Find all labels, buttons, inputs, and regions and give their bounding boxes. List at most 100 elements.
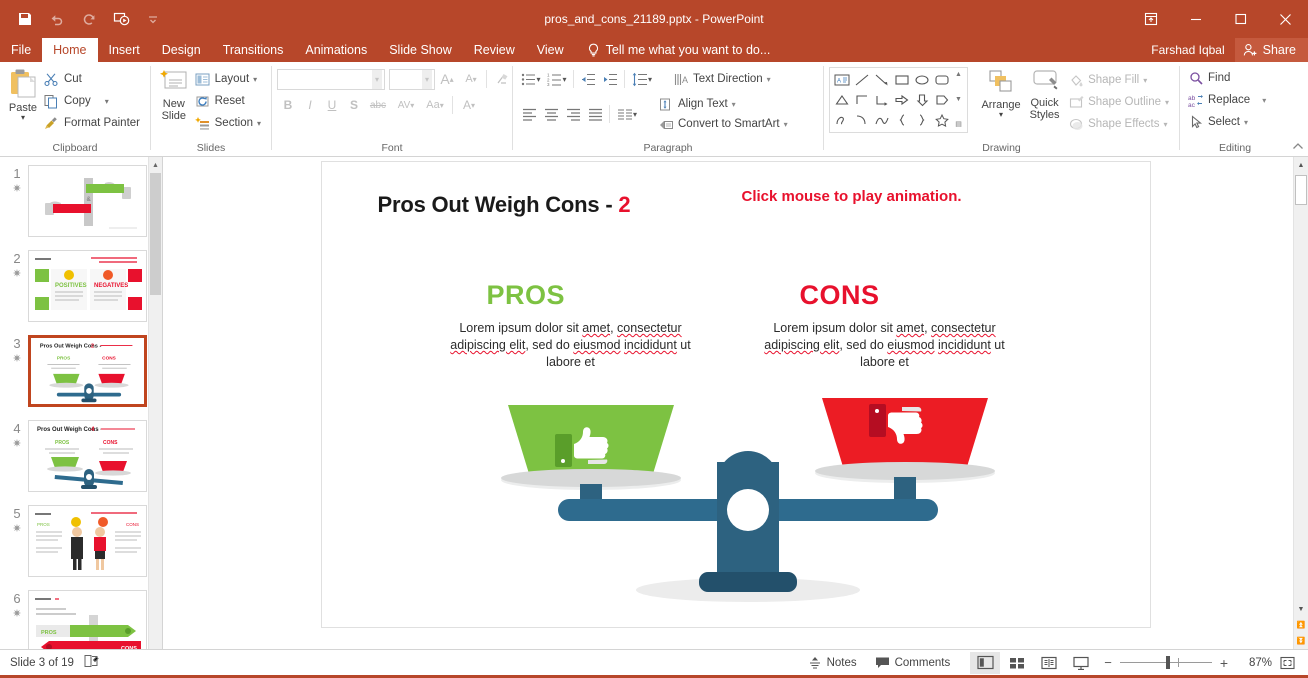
comments-button[interactable]: Comments — [867, 652, 959, 674]
slide-thumbnail[interactable]: POSITIVES NEGATIVES — [28, 250, 147, 322]
chevron-down-icon[interactable]: ▾ — [999, 111, 1003, 119]
increase-font-size-button[interactable]: A ▴ — [435, 68, 459, 90]
change-case-button[interactable]: Aa ▾ — [421, 94, 449, 116]
decrease-indent-button[interactable] — [577, 68, 599, 90]
decrease-font-size-button[interactable]: A ▾ — [459, 68, 483, 90]
shape-effects-button[interactable]: Shape Effects ▾ — [1065, 113, 1174, 135]
slide-thumbnail[interactable]: PROS CONS — [28, 505, 147, 577]
font-size-input[interactable]: ▾ — [389, 68, 435, 90]
slide-thumbnail[interactable]: CONS PROS & — [28, 165, 147, 237]
zoom-out-button[interactable]: − — [1104, 655, 1112, 670]
slide-thumbnail[interactable]: Pros Out Weigh Cons - 4 PROS CONS — [28, 420, 147, 492]
fit-slide-button[interactable] — [1274, 652, 1300, 674]
list-item[interactable]: 3 ✷ Pros Out Weigh Cons - 2 PROS CONS — [0, 327, 148, 412]
presentation-icon[interactable] — [106, 5, 136, 33]
shape-elbow-connector[interactable] — [852, 90, 872, 110]
previous-slide-icon[interactable]: ⏫ — [1294, 617, 1308, 633]
layout-button[interactable]: Layout ▾ — [192, 68, 266, 90]
canvas-scrollbar[interactable]: ▲ ▼ ⏫ ⏬ — [1293, 157, 1308, 649]
collapse-ribbon-icon[interactable] — [1292, 142, 1304, 154]
cons-body-text[interactable]: Lorem ipsum dolor sit amet, consectetur … — [759, 320, 1011, 371]
slide-title-text[interactable]: Pros Out Weigh Cons - 2 — [378, 192, 631, 218]
cut-button[interactable]: Cut — [41, 68, 145, 90]
tab-review[interactable]: Review — [463, 38, 526, 62]
list-item[interactable]: 2 ✷ POSITIVES NEGATIVES — [0, 242, 148, 327]
slide-show-button[interactable] — [1066, 652, 1096, 674]
shape-textbox[interactable]: A — [832, 70, 852, 90]
character-spacing-button[interactable]: AV ▾ — [391, 94, 421, 116]
text-direction-button[interactable]: A Text Direction ▾ — [670, 68, 776, 90]
reset-button[interactable]: Reset — [192, 90, 266, 112]
cons-heading[interactable]: CONS — [800, 280, 880, 311]
align-right-button[interactable] — [562, 103, 584, 125]
chevron-down-icon[interactable]: ▾ — [257, 119, 261, 127]
notes-page-icon[interactable] — [84, 654, 99, 671]
reading-view-button[interactable] — [1034, 652, 1064, 674]
shape-rectangle[interactable] — [892, 70, 912, 90]
chevron-down-icon[interactable]: ▾ — [421, 69, 432, 89]
slide-thumbnail-selected[interactable]: Pros Out Weigh Cons - 2 PROS CONS — [28, 335, 147, 407]
bullets-button[interactable]: ▾ — [518, 68, 544, 90]
strikethrough-button[interactable]: abc — [365, 94, 391, 116]
slide-thumbnail[interactable]: PROS CONS — [28, 590, 147, 649]
scrollbar-thumb[interactable] — [1295, 175, 1307, 205]
section-button[interactable]: Section ▾ — [192, 112, 266, 134]
minimize-icon[interactable] — [1173, 0, 1218, 38]
chevron-down-icon[interactable]: ▾ — [253, 75, 257, 83]
shadow-button[interactable]: S — [343, 94, 365, 116]
zoom-track[interactable] — [1119, 656, 1212, 669]
tab-slide-show[interactable]: Slide Show — [378, 38, 463, 62]
tab-file[interactable]: File — [0, 38, 42, 62]
chevron-down-icon[interactable]: ▾ — [21, 114, 25, 122]
chevron-down-icon[interactable]: ▾ — [732, 100, 736, 108]
align-center-button[interactable] — [540, 103, 562, 125]
copy-button[interactable]: Copy ▾ — [41, 90, 145, 112]
notes-button[interactable]: Notes — [800, 652, 865, 674]
close-icon[interactable] — [1263, 0, 1308, 38]
justify-button[interactable] — [584, 103, 606, 125]
zoom-handle[interactable] — [1165, 656, 1170, 669]
increase-indent-button[interactable] — [599, 68, 621, 90]
chevron-down-icon[interactable]: ▾ — [784, 120, 788, 128]
convert-to-smartart-button[interactable]: Convert to SmartArt ▾ — [655, 114, 793, 134]
line-spacing-button[interactable]: ▾ — [628, 68, 656, 90]
shape-outline-button[interactable]: Shape Outline ▾ — [1065, 91, 1174, 113]
tab-animations[interactable]: Animations — [294, 38, 378, 62]
shape-star[interactable] — [932, 110, 952, 130]
zoom-slider[interactable]: − + — [1098, 655, 1234, 671]
scroll-down-icon[interactable]: ▼ — [1294, 601, 1308, 617]
shape-elbow-arrow-connector[interactable] — [872, 90, 892, 110]
align-left-button[interactable] — [518, 103, 540, 125]
shape-curve[interactable] — [872, 110, 892, 130]
normal-view-button[interactable] — [970, 651, 1001, 674]
maximize-icon[interactable] — [1218, 0, 1263, 38]
zoom-level[interactable]: 87% — [1236, 657, 1272, 669]
clear-formatting-icon[interactable] — [490, 68, 512, 90]
shape-oval[interactable] — [912, 70, 932, 90]
pros-heading[interactable]: PROS — [487, 280, 566, 311]
tell-me-field[interactable]: Tell me what you want to do... — [575, 38, 770, 62]
numbering-button[interactable]: 1 2 3 ▾ — [544, 68, 570, 90]
undo-icon[interactable] — [42, 5, 72, 33]
tab-home[interactable]: Home — [42, 38, 98, 62]
shape-down-arrow[interactable] — [912, 90, 932, 110]
list-item[interactable]: 6 ✷ PROS CONS — [0, 582, 148, 649]
shape-arrow[interactable] — [872, 70, 892, 90]
format-painter-button[interactable]: Format Painter — [41, 112, 145, 134]
shape-freeform[interactable] — [832, 110, 852, 130]
font-color-button[interactable]: A ▾ — [456, 94, 482, 116]
tab-view[interactable]: View — [526, 38, 575, 62]
list-item[interactable]: 1 ✷ CONS PROS & — [0, 157, 148, 242]
chevron-down-icon[interactable]: ▾ — [767, 75, 771, 83]
italic-button[interactable]: I — [299, 94, 321, 116]
tab-transitions[interactable]: Transitions — [212, 38, 295, 62]
next-slide-icon[interactable]: ⏬ — [1294, 633, 1308, 649]
shape-pentagon-banner[interactable] — [932, 90, 952, 110]
shape-fill-button[interactable]: Shape Fill ▾ — [1065, 69, 1174, 91]
chevron-down-icon[interactable]: ▾ — [371, 69, 382, 89]
shape-right-arrow[interactable] — [892, 90, 912, 110]
quick-styles-button[interactable]: Quick Styles — [1024, 67, 1065, 121]
chevron-down-icon[interactable]: ▾ — [1165, 98, 1169, 106]
shape-triangle[interactable] — [832, 90, 852, 110]
tab-design[interactable]: Design — [151, 38, 212, 62]
